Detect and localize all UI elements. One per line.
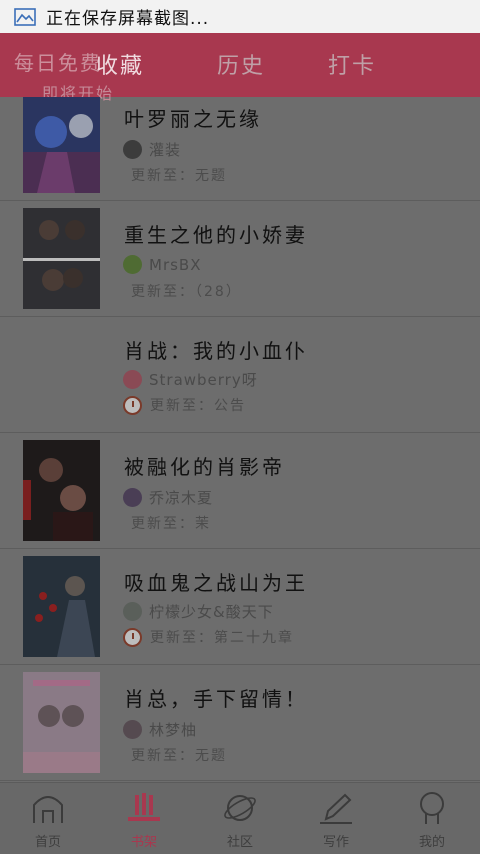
clock-icon xyxy=(123,395,142,415)
nav-profile[interactable]: 我的 xyxy=(384,783,480,854)
tab-favorites[interactable]: 收藏 xyxy=(96,48,144,80)
clock-icon xyxy=(123,627,142,647)
book-title: 肖战：我的小血仆 xyxy=(124,339,308,363)
book-item[interactable]: 重生之他的小娇妻 MrsBX 更新至：（28） xyxy=(0,201,480,317)
book-title: 肖总，手下留情！ xyxy=(124,687,308,711)
author-avatar xyxy=(123,488,142,507)
screenshot-icon xyxy=(14,7,36,26)
nav-home-label: 首页 xyxy=(34,835,61,850)
book-author: 柠檬少女&酸天下 xyxy=(149,603,274,621)
status-bar: 正在保存屏幕截图... xyxy=(0,0,480,33)
bookshelf-icon xyxy=(128,793,160,821)
nav-profile-label: 我的 xyxy=(418,835,445,850)
book-item[interactable]: 肖战：我的小血仆 Strawberry呀 更新至：公告 xyxy=(0,317,480,433)
nav-home[interactable]: 首页 xyxy=(0,783,96,854)
book-title: 重生之他的小娇妻 xyxy=(124,223,308,247)
nav-community[interactable]: 社区 xyxy=(192,783,288,854)
book-update: 更新至：茉 xyxy=(131,516,211,532)
nav-bookshelf-label: 书架 xyxy=(130,835,157,850)
book-title: 吸血鬼之战山为王 xyxy=(124,571,308,595)
community-planet-icon xyxy=(224,795,256,821)
book-author: 乔凉木夏 xyxy=(149,489,214,507)
author-avatar xyxy=(123,140,142,159)
book-title: 叶罗丽之无缘 xyxy=(124,107,262,131)
nav-bookshelf[interactable]: 书架 xyxy=(96,783,192,854)
book-cover xyxy=(23,440,100,541)
book-cover xyxy=(23,672,100,773)
book-cover xyxy=(23,556,100,657)
top-tab-bar: 每日免费 收藏 历史 打卡 即将开始 xyxy=(0,33,480,103)
pen-icon xyxy=(320,793,352,824)
book-item[interactable]: 吸血鬼之战山为王 柠檬少女&酸天下 更新至：第二十九章 xyxy=(0,549,480,665)
nav-write-label: 写作 xyxy=(322,835,349,850)
book-author: Strawberry呀 xyxy=(149,371,258,389)
book-item[interactable]: 叶罗丽之无缘 灌装 更新至：无题 xyxy=(0,97,480,201)
tab-history[interactable]: 历史 xyxy=(217,48,265,80)
author-avatar xyxy=(123,602,142,621)
book-update: 更新至：第二十九章 xyxy=(150,630,294,646)
book-update: 更新至：无题 xyxy=(131,168,227,184)
nav-community-label: 社区 xyxy=(226,835,253,850)
status-text: 正在保存屏幕截图... xyxy=(46,9,210,29)
book-update: 更新至：无题 xyxy=(131,748,227,764)
author-avatar xyxy=(123,370,142,389)
book-title: 被融化的肖影帝 xyxy=(124,455,285,479)
bottom-nav: 首页 书架 社区 写作 我的 xyxy=(0,782,480,854)
author-avatar xyxy=(123,255,142,274)
tab-checkin[interactable]: 打卡 xyxy=(328,48,376,80)
book-update: 更新至：（28） xyxy=(131,284,242,300)
book-author: MrsBX xyxy=(149,255,202,274)
book-update: 更新至：公告 xyxy=(150,398,246,414)
home-icon xyxy=(33,796,63,823)
book-cover xyxy=(23,208,100,309)
nav-write[interactable]: 写作 xyxy=(288,783,384,854)
book-author: 林梦柚 xyxy=(149,721,198,739)
book-cover xyxy=(23,97,100,193)
book-author: 灌装 xyxy=(149,141,182,159)
bookshelf-list: 叶罗丽之无缘 灌装 更新至：无题 重生之他的小娇妻 MrsBX 更新至：（28）… xyxy=(0,97,480,782)
book-item[interactable]: 肖总，手下留情！ 林梦柚 更新至：无题 xyxy=(0,665,480,781)
book-item[interactable]: 被融化的肖影帝 乔凉木夏 更新至：茉 xyxy=(0,433,480,549)
profile-icon xyxy=(420,792,444,824)
author-avatar xyxy=(123,720,142,739)
tab-daily-free[interactable]: 每日免费 xyxy=(14,47,102,76)
